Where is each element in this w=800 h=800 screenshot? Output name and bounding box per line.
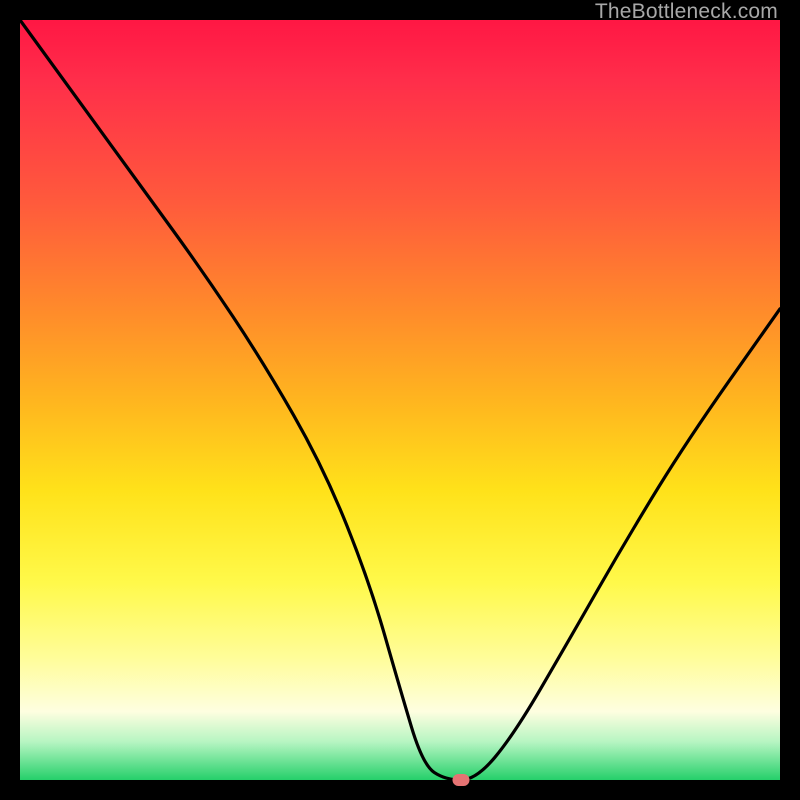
optimum-marker [452,774,469,786]
bottleneck-curve [20,20,780,780]
watermark-text: TheBottleneck.com [595,0,778,24]
plot-area [20,20,780,780]
chart-frame: TheBottleneck.com [0,0,800,800]
